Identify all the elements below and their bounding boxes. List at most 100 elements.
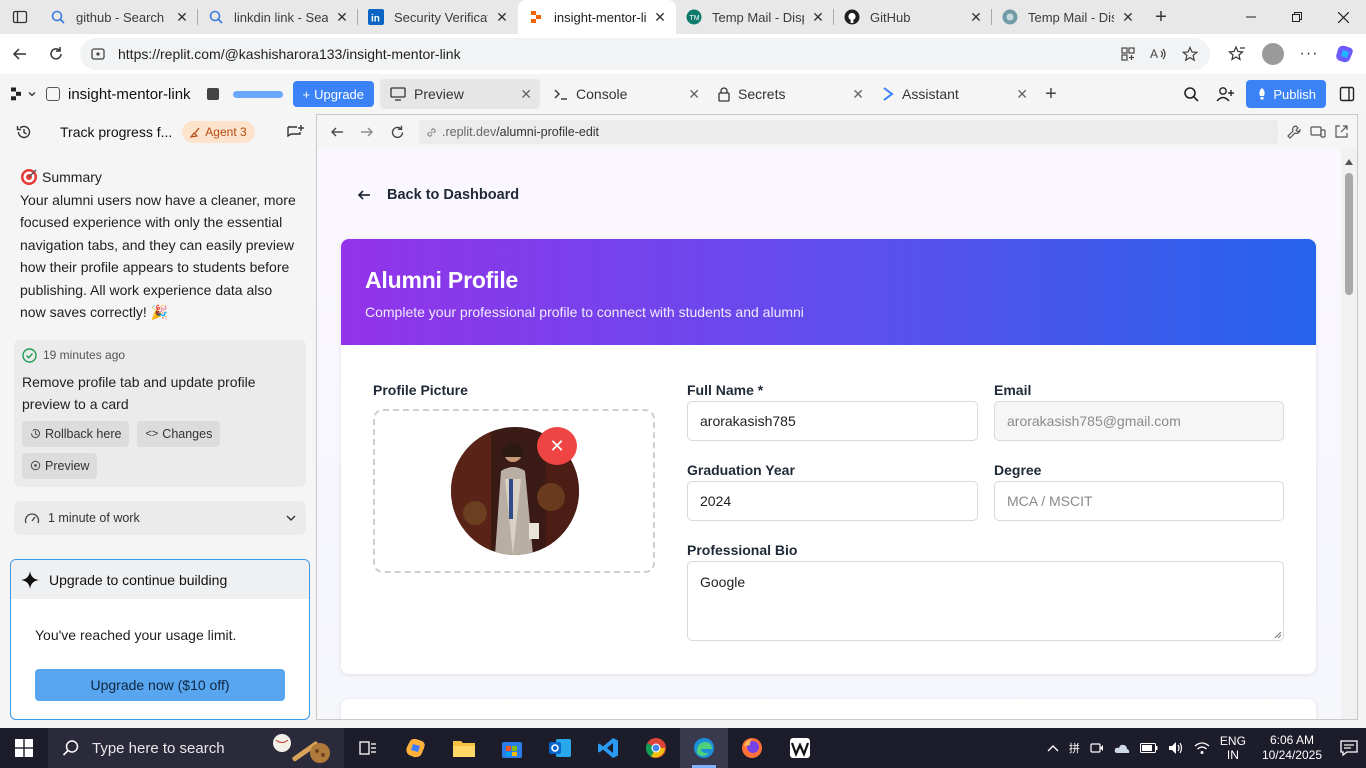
close-tab-icon[interactable]: ✕ bbox=[174, 9, 190, 25]
vscode-icon[interactable] bbox=[584, 728, 632, 768]
preview-url-bar[interactable]: .replit.dev /alumni-profile-edit bbox=[419, 120, 1278, 144]
close-tab-icon[interactable]: ✕ bbox=[494, 9, 510, 25]
remove-photo-button[interactable]: ✕ bbox=[537, 427, 577, 465]
clock[interactable]: 6:06 AM 10/24/2025 bbox=[1262, 733, 1322, 763]
more-options-icon[interactable]: ··· bbox=[1294, 39, 1324, 69]
preview-forward-icon[interactable] bbox=[353, 118, 381, 146]
edge-icon[interactable] bbox=[680, 728, 728, 768]
site-info-icon[interactable] bbox=[90, 46, 106, 62]
notifications-icon[interactable] bbox=[1340, 740, 1358, 756]
minimize-icon[interactable] bbox=[1228, 0, 1274, 34]
resize-handle-icon[interactable] bbox=[1274, 631, 1282, 639]
search-icon[interactable] bbox=[1178, 86, 1204, 102]
read-aloud-icon[interactable]: A bbox=[1150, 46, 1168, 62]
favorites-icon[interactable] bbox=[1222, 39, 1252, 69]
chrome-icon[interactable] bbox=[632, 728, 680, 768]
firefox-icon[interactable] bbox=[728, 728, 776, 768]
upgrade-now-button[interactable]: Upgrade now ($10 off) bbox=[35, 669, 285, 701]
windows-start-icon[interactable] bbox=[0, 728, 48, 768]
close-tab-icon[interactable]: ✕ bbox=[520, 86, 532, 103]
open-external-icon[interactable] bbox=[1334, 124, 1349, 140]
microsoft-store-icon[interactable] bbox=[488, 728, 536, 768]
close-tab-icon[interactable]: ✕ bbox=[688, 86, 700, 103]
history-icon[interactable] bbox=[16, 124, 32, 140]
stop-icon[interactable] bbox=[206, 88, 219, 100]
favorite-star-icon[interactable] bbox=[1182, 46, 1198, 62]
browser-tab[interactable]: Temp Mail - Disposable ✕ bbox=[992, 0, 1144, 34]
agent-badge[interactable]: Agent 3 bbox=[182, 121, 255, 143]
preview-back-icon[interactable] bbox=[323, 118, 351, 146]
copilot-icon[interactable] bbox=[1330, 39, 1360, 69]
device-view-icon[interactable] bbox=[1310, 124, 1326, 140]
wps-icon[interactable] bbox=[776, 728, 824, 768]
battery-icon[interactable] bbox=[1139, 743, 1158, 753]
task-view-icon[interactable] bbox=[344, 728, 392, 768]
tab-secrets[interactable]: Secrets ✕ bbox=[708, 79, 872, 109]
email-input[interactable]: arorakasish785@gmail.com bbox=[994, 401, 1284, 441]
browser-tab[interactable]: linkdin link - Search ✕ bbox=[198, 0, 358, 34]
tab-preview[interactable]: Preview ✕ bbox=[380, 79, 541, 109]
profile-avatar[interactable] bbox=[1258, 39, 1288, 69]
url-bar[interactable]: https://replit.com/@kashisharora133/insi… bbox=[80, 38, 1210, 70]
degree-input[interactable]: MCA / MSCIT bbox=[994, 481, 1284, 521]
tab-assistant[interactable]: Assistant ✕ bbox=[872, 79, 1036, 109]
preview-reload-icon[interactable] bbox=[383, 118, 411, 146]
browser-tab-active[interactable]: insight-mentor-link ✕ bbox=[518, 0, 676, 34]
browser-tab[interactable]: github - Search ✕ bbox=[40, 0, 198, 34]
tempmail-icon bbox=[1002, 9, 1018, 25]
language-indicator[interactable]: ENG IN bbox=[1220, 734, 1246, 762]
outlook-icon[interactable] bbox=[536, 728, 584, 768]
invite-user-icon[interactable] bbox=[1212, 86, 1238, 102]
taskbar-search-box[interactable]: Type here to search bbox=[48, 728, 344, 768]
profile-picture-dropzone[interactable]: ✕ bbox=[373, 409, 655, 573]
wifi-icon[interactable] bbox=[1194, 741, 1210, 755]
close-tab-icon[interactable]: ✕ bbox=[968, 9, 984, 25]
scroll-up-icon[interactable] bbox=[1345, 159, 1353, 165]
file-explorer-icon[interactable] bbox=[440, 728, 488, 768]
onedrive-icon[interactable] bbox=[1114, 742, 1130, 754]
back-arrow-icon[interactable] bbox=[2, 38, 38, 70]
meet-now-icon[interactable] bbox=[1090, 741, 1104, 755]
tab-console[interactable]: Console ✕ bbox=[544, 79, 708, 109]
preview-scrollbar[interactable] bbox=[1341, 149, 1357, 719]
chevron-down-icon bbox=[28, 92, 36, 97]
back-to-dashboard-link[interactable]: Back to Dashboard bbox=[357, 187, 519, 203]
project-name-button[interactable]: insight-mentor-link bbox=[46, 86, 191, 103]
copilot-app-icon[interactable] bbox=[392, 728, 440, 768]
reload-icon[interactable] bbox=[38, 38, 74, 70]
close-window-icon[interactable] bbox=[1320, 0, 1366, 34]
full-name-input[interactable]: arorakasish785 bbox=[687, 401, 978, 441]
preview-checkpoint-button[interactable]: Preview bbox=[22, 452, 98, 479]
close-tab-icon[interactable]: ✕ bbox=[1120, 9, 1136, 25]
browser-tab[interactable]: GitHub ✕ bbox=[834, 0, 992, 34]
add-tab-plus-icon[interactable]: + bbox=[1036, 79, 1066, 109]
professional-bio-textarea[interactable]: Google bbox=[687, 561, 1284, 641]
devtools-wrench-icon[interactable] bbox=[1286, 124, 1302, 140]
close-tab-icon[interactable]: ✕ bbox=[1016, 86, 1028, 103]
browser-tab[interactable]: TM Temp Mail - Disposable ✕ bbox=[676, 0, 834, 34]
scroll-thumb[interactable] bbox=[1345, 173, 1353, 295]
close-tab-icon[interactable]: ✕ bbox=[652, 9, 668, 25]
upgrade-button[interactable]: + Upgrade bbox=[292, 81, 375, 107]
work-summary-toggle[interactable]: 1 minute of work bbox=[14, 500, 306, 535]
show-hidden-icons-chevron-icon[interactable] bbox=[1047, 744, 1059, 752]
preview-label: Preview bbox=[45, 458, 90, 473]
input-method-icon[interactable]: 拼 bbox=[1069, 740, 1080, 756]
changes-button[interactable]: <> Changes bbox=[137, 420, 221, 447]
tab-actions-menu-icon[interactable] bbox=[0, 0, 40, 34]
close-tab-icon[interactable]: ✕ bbox=[852, 86, 864, 103]
app-available-icon[interactable] bbox=[1120, 46, 1136, 62]
close-tab-icon[interactable]: ✕ bbox=[334, 9, 350, 25]
restore-icon[interactable] bbox=[1274, 0, 1320, 34]
toggle-sidebar-icon[interactable] bbox=[1334, 86, 1360, 102]
replit-menu-button[interactable] bbox=[0, 74, 46, 114]
new-tab-plus-icon[interactable]: + bbox=[1144, 0, 1178, 34]
new-chat-icon[interactable] bbox=[286, 124, 304, 140]
close-tab-icon[interactable]: ✕ bbox=[810, 9, 826, 25]
publish-button[interactable]: Publish bbox=[1246, 80, 1326, 108]
volume-icon[interactable] bbox=[1168, 741, 1184, 755]
browser-tab[interactable]: in Security Verification ✕ bbox=[358, 0, 518, 34]
rollback-button[interactable]: Rollback here bbox=[22, 420, 130, 447]
thread-title[interactable]: Track progress f... bbox=[60, 124, 172, 140]
graduation-year-input[interactable]: 2024 bbox=[687, 481, 978, 521]
